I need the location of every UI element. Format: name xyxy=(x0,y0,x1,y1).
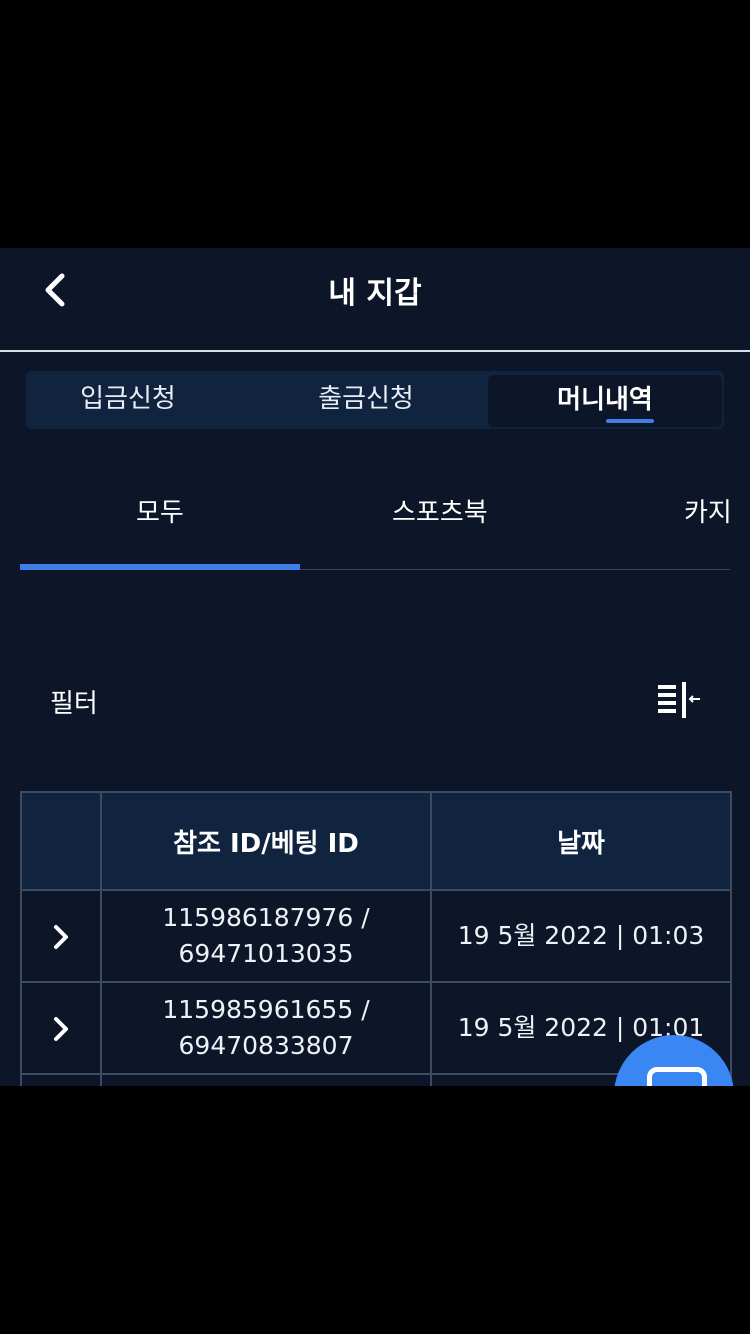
money-history-table: 참조 ID/베팅 ID 날짜 115986187976 / 6947101303… xyxy=(20,791,732,1086)
chevron-right-icon[interactable] xyxy=(46,1014,76,1044)
ref-id: 115985961655 / xyxy=(162,995,370,1024)
table-row[interactable]: 115986187976 / 69471013035 19 5월 2022 | … xyxy=(20,889,732,983)
subtab-sportsbook[interactable]: 스포츠북 xyxy=(392,492,488,529)
filter-collapse-icon[interactable] xyxy=(656,682,700,718)
table-header-row: 참조 ID/베팅 ID 날짜 xyxy=(20,791,732,891)
wallet-screen: 내 지갑 입금신청 출금신청 머니내역 모두 스포츠북 카지 필터 참조 ID/… xyxy=(0,248,750,1086)
header-ref-id: 참조 ID/베팅 ID xyxy=(100,791,432,891)
wallet-tabs: 입금신청 출금신청 머니내역 xyxy=(26,371,724,429)
tab-withdraw[interactable]: 출금신청 xyxy=(248,371,484,429)
expand-cell[interactable] xyxy=(20,889,102,983)
chat-icon xyxy=(647,1067,707,1086)
page-title: 내 지갑 xyxy=(328,276,422,311)
header-date: 날짜 xyxy=(430,791,732,891)
subtab-casino[interactable]: 카지 xyxy=(684,492,732,529)
header: 내 지갑 xyxy=(0,248,750,352)
ref-id-cell: 115985961655 / 69470833807 xyxy=(100,981,432,1075)
header-expand xyxy=(20,791,102,891)
ref-id-cell: 115986187976 / 69471013035 xyxy=(100,889,432,983)
bet-id: 69470833807 xyxy=(178,1031,354,1060)
subtab-active-indicator xyxy=(20,564,300,570)
active-tab-underline xyxy=(606,419,654,423)
expand-cell[interactable] xyxy=(20,981,102,1075)
chevron-right-icon[interactable] xyxy=(46,922,76,952)
bet-id: 69471013035 xyxy=(178,939,354,968)
date-cell: 19 5월 2022 | 01:03 xyxy=(430,889,732,983)
tab-deposit[interactable]: 입금신청 xyxy=(26,371,230,429)
tab-money-history[interactable]: 머니내역 xyxy=(488,375,722,427)
subtab-all[interactable]: 모두 xyxy=(136,492,184,529)
filter-label: 필터 xyxy=(50,689,98,719)
ref-id: 115986187976 / xyxy=(162,903,370,932)
